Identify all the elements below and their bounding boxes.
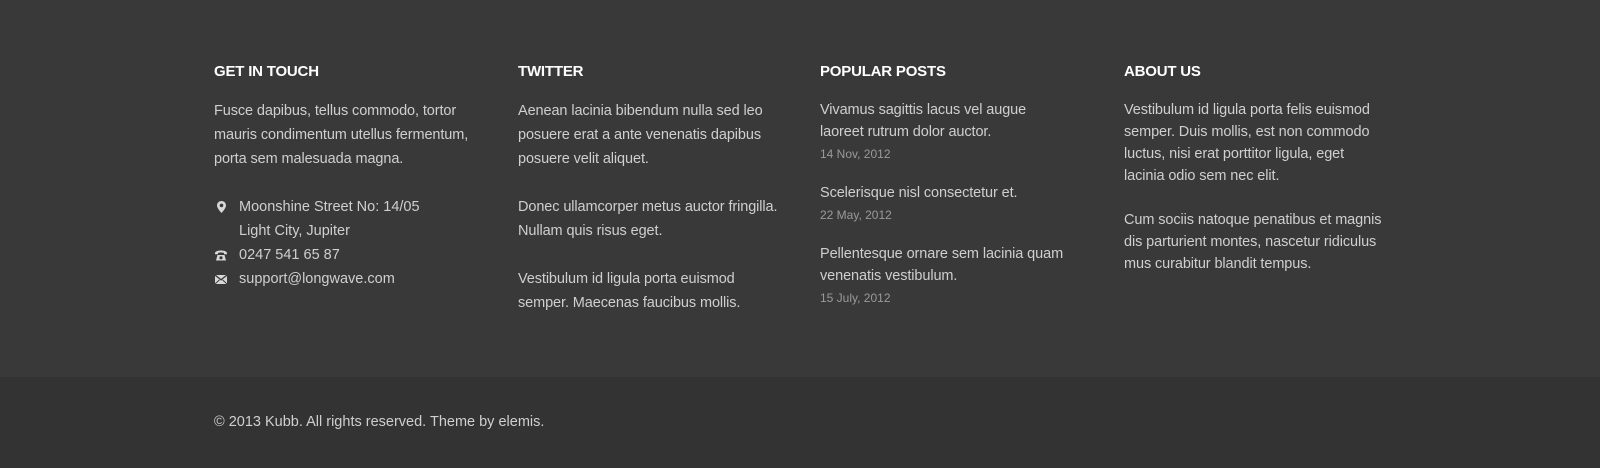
contact-address: Moonshine Street No: 14/05 Light City, J… (214, 195, 484, 243)
envelope-icon (214, 272, 228, 286)
copyright-text: © 2013 Kubb. All rights reserved. Theme … (214, 412, 544, 432)
popular-posts-widget: POPULAR POSTS Vivamus sagittis lacus vel… (820, 62, 1070, 326)
about-us-widget: ABOUT US Vestibulum id ligula porta feli… (1124, 62, 1386, 275)
get-in-touch-intro: Fusce dapibus, tellus commodo, tortor ma… (214, 103, 469, 167)
post-date: 14 Nov, 2012 (820, 147, 891, 161)
about-paragraph: Vestibulum id ligula porta felis euismod… (1124, 102, 1370, 184)
post-title-link[interactable]: Vivamus sagittis lacus vel augue laoreet… (820, 99, 1070, 143)
about-us-heading: ABOUT US (1124, 63, 1201, 80)
tweet: Vestibulum id ligula porta euismod sempe… (518, 271, 741, 311)
post-title-link[interactable]: Scelerisque nisl consectetur et. (820, 182, 1070, 204)
twitter-widget: TWITTER Aenean lacinia bibendum nulla se… (518, 62, 778, 315)
address-line-2: Light City, Jupiter (239, 223, 350, 239)
phone-number: 0247 541 65 87 (239, 247, 340, 263)
contact-email[interactable]: support@longwave.com (214, 267, 484, 291)
popular-posts-heading: POPULAR POSTS (820, 63, 946, 80)
post-title-link[interactable]: Pellentesque ornare sem lacinia quam ven… (820, 243, 1070, 287)
sub-footer: © 2013 Kubb. All rights reserved. Theme … (0, 377, 1600, 468)
address-line-1: Moonshine Street No: 14/05 (239, 199, 420, 215)
phone-icon (214, 248, 228, 262)
post-item: Pellentesque ornare sem lacinia quam ven… (820, 243, 1070, 307)
copyright-suffix: . (540, 414, 545, 430)
get-in-touch-heading: GET IN TOUCH (214, 63, 319, 80)
contact-list: Moonshine Street No: 14/05 Light City, J… (214, 195, 484, 291)
map-pin-icon (214, 200, 228, 214)
post-item: Vivamus sagittis lacus vel augue laoreet… (820, 99, 1070, 163)
contact-phone: 0247 541 65 87 (214, 243, 484, 267)
tweet: Donec ullamcorper metus auctor fringilla… (518, 199, 778, 239)
post-date: 22 May, 2012 (820, 208, 892, 222)
twitter-heading: TWITTER (518, 63, 584, 80)
tweet: Aenean lacinia bibendum nulla sed leo po… (518, 103, 763, 167)
post-item: Scelerisque nisl consectetur et. 22 May,… (820, 182, 1070, 224)
get-in-touch-widget: GET IN TOUCH Fusce dapibus, tellus commo… (214, 62, 484, 291)
footer-widgets: GET IN TOUCH Fusce dapibus, tellus commo… (0, 0, 1600, 377)
theme-author-link[interactable]: elemis (498, 414, 540, 430)
email-link[interactable]: support@longwave.com (239, 271, 395, 287)
popular-posts-list: Vivamus sagittis lacus vel augue laoreet… (820, 99, 1070, 307)
copyright-prefix: © 2013 Kubb. All rights reserved. Theme … (214, 414, 499, 430)
post-date: 15 July, 2012 (820, 291, 891, 305)
about-paragraph: Cum sociis natoque penatibus et magnis d… (1124, 212, 1382, 272)
